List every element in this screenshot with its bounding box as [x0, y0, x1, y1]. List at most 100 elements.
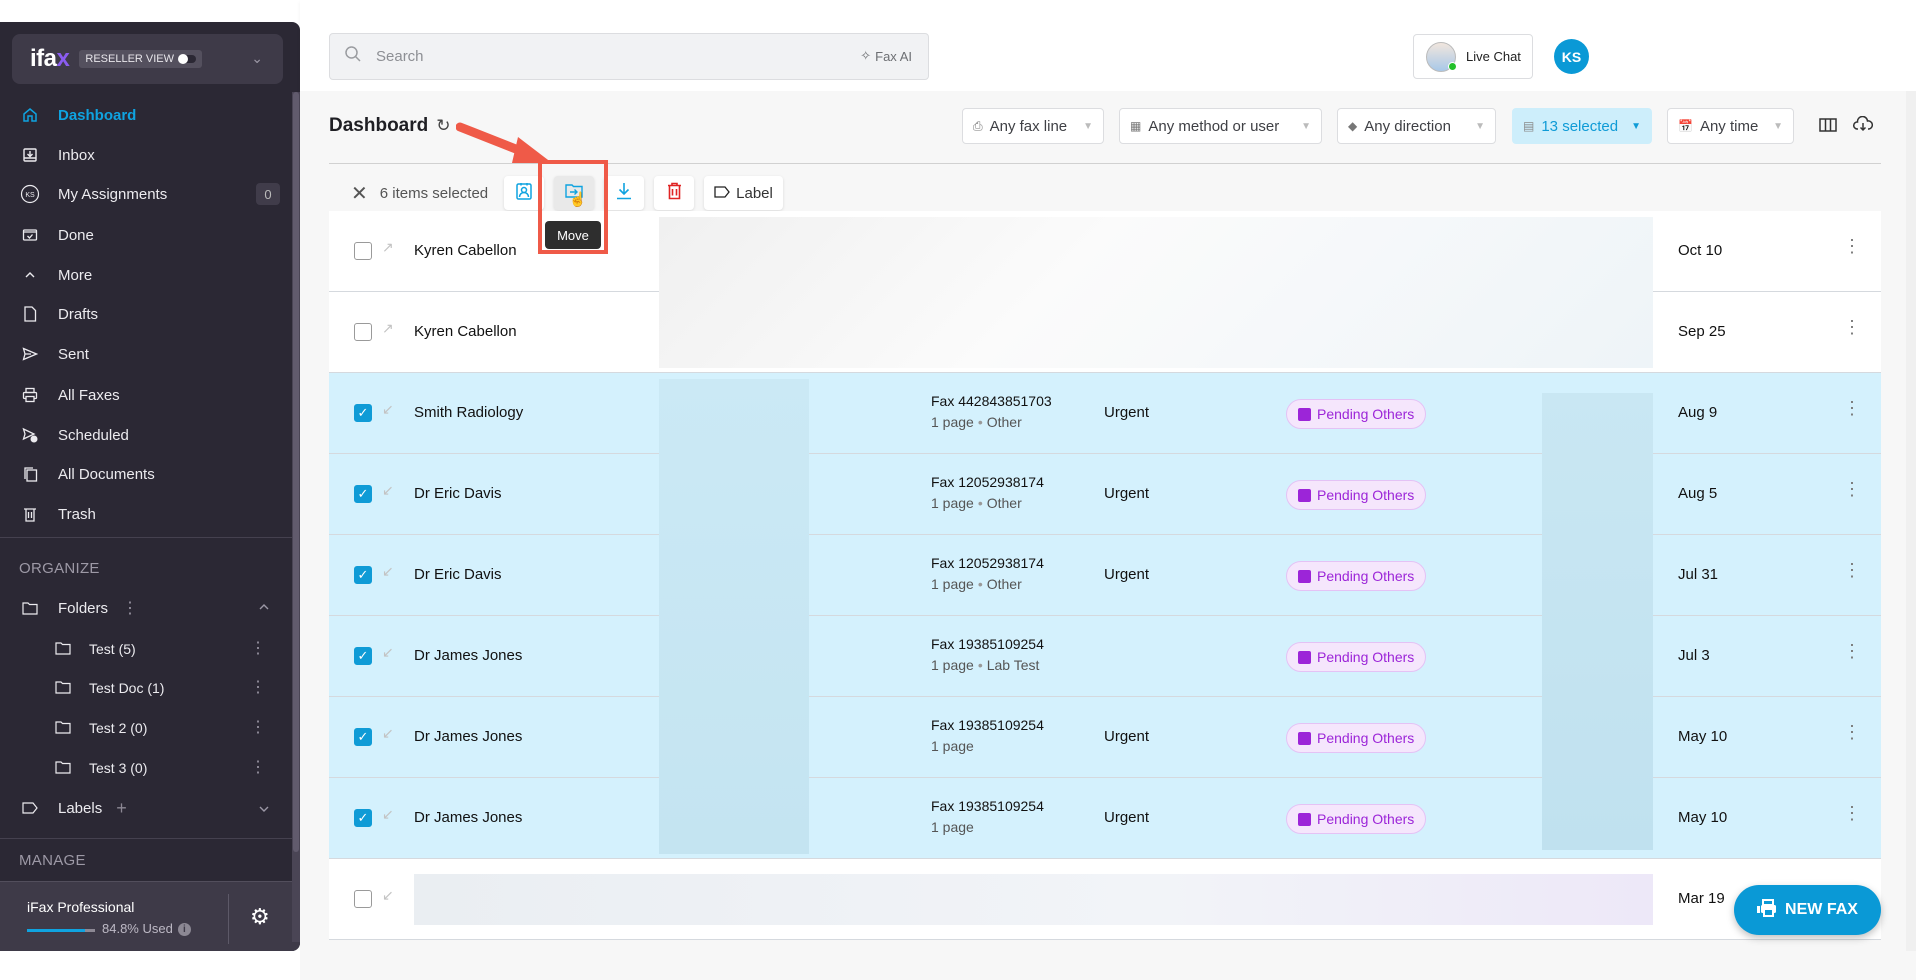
- row-menu-icon[interactable]: ⋮: [1843, 318, 1861, 336]
- sidebar-item-done[interactable]: Done: [0, 217, 292, 253]
- status-badge[interactable]: Pending Others: [1286, 561, 1427, 591]
- folder-menu-icon[interactable]: ⋮: [250, 719, 266, 737]
- dot-separator: •: [977, 495, 983, 511]
- row-menu-icon[interactable]: ⋮: [1843, 399, 1861, 417]
- status-list-icon: ▤: [1523, 119, 1535, 133]
- sidebar-item-folders[interactable]: Folders ⋮: [0, 590, 292, 626]
- incoming-arrow-icon: ↙: [382, 482, 394, 498]
- status-filter[interactable]: ▤ 13 selected ▼: [1512, 108, 1652, 144]
- row-menu-icon[interactable]: ⋮: [1843, 237, 1861, 255]
- chevron-down-icon[interactable]: [258, 800, 270, 817]
- row-menu-icon[interactable]: ⋮: [1843, 642, 1861, 660]
- usage-progress-fill: [27, 929, 85, 932]
- sidebar-item-all-documents[interactable]: All Documents: [0, 456, 292, 492]
- folder-item[interactable]: Test Doc (1) ⋮: [0, 670, 292, 706]
- cloud-download-icon[interactable]: [1853, 115, 1873, 137]
- outgoing-arrow-icon: ↗: [382, 239, 394, 255]
- sidebar-item-more[interactable]: More: [0, 257, 292, 293]
- row-checkbox[interactable]: ✓: [354, 647, 372, 665]
- delete-button[interactable]: [654, 176, 695, 210]
- sidebar-item-trash[interactable]: Trash: [0, 496, 292, 532]
- outgoing-arrow-icon: ↗: [382, 320, 394, 336]
- status-badge[interactable]: Pending Others: [1286, 480, 1427, 510]
- row-menu-icon[interactable]: ⋮: [1843, 561, 1861, 579]
- folder-menu-icon[interactable]: ⋮: [250, 679, 266, 697]
- new-fax-button[interactable]: NEW FAX: [1734, 885, 1881, 935]
- sidebar-item-my-assignments[interactable]: KS My Assignments 0: [0, 176, 292, 212]
- folder-item[interactable]: Test 2 (0) ⋮: [0, 710, 292, 746]
- document-tag: Other: [986, 414, 1022, 430]
- row-checkbox[interactable]: ✓: [354, 566, 372, 584]
- row-checkbox[interactable]: ✓: [354, 809, 372, 827]
- account-switcher[interactable]: ifax RESELLER VIEW ⌄: [12, 34, 283, 84]
- sidebar-item-sent[interactable]: Sent: [0, 336, 292, 372]
- row-checkbox[interactable]: ✓: [354, 728, 372, 746]
- grid-icon: ▦: [1130, 119, 1142, 133]
- fax-ai-button[interactable]: ✧ Fax AI: [860, 48, 912, 64]
- contact-name: Kyren Cabellon: [414, 242, 517, 259]
- add-label-icon[interactable]: +: [116, 798, 127, 819]
- method-user-filter[interactable]: ▦ Any method or user ▼: [1119, 108, 1322, 144]
- gear-icon[interactable]: ⚙: [250, 904, 270, 930]
- chevron-up-icon: [20, 265, 40, 285]
- row-date: Jul 3: [1678, 647, 1710, 664]
- user-avatar[interactable]: KS: [1554, 39, 1589, 74]
- info-icon[interactable]: i: [177, 923, 191, 937]
- sidebar-item-drafts[interactable]: Drafts: [0, 296, 292, 332]
- folder-item[interactable]: Test 3 (0) ⋮: [0, 750, 292, 786]
- folder-menu-icon[interactable]: ⋮: [250, 759, 266, 777]
- incoming-arrow-icon: ↙: [382, 401, 394, 417]
- nav-label: Sent: [58, 345, 89, 363]
- fax-details: 1 page • Other: [931, 495, 1022, 511]
- chevron-up-icon[interactable]: [258, 598, 270, 615]
- toggle-switch[interactable]: [178, 54, 197, 64]
- nav-label: Dashboard: [58, 106, 137, 124]
- refresh-icon[interactable]: ↻: [436, 116, 450, 136]
- redacted-region: [659, 217, 1653, 368]
- chevron-down-icon[interactable]: ⌄: [251, 50, 263, 67]
- sidebar-item-dashboard[interactable]: Dashboard: [0, 97, 292, 133]
- reseller-view-toggle[interactable]: RESELLER VIEW: [79, 50, 203, 68]
- plan-name: iFax Professional: [27, 899, 135, 915]
- columns-icon[interactable]: [1819, 116, 1837, 137]
- download-button[interactable]: [604, 176, 645, 210]
- sidebar-item-labels[interactable]: Labels +: [0, 790, 292, 826]
- row-menu-icon[interactable]: ⋮: [1843, 723, 1861, 741]
- row-checkbox[interactable]: [354, 890, 372, 908]
- folder-item[interactable]: Test (5) ⋮: [0, 631, 292, 667]
- search-input[interactable]: Search ✧ Fax AI: [329, 33, 929, 80]
- direction-filter[interactable]: ◆ Any direction ▼: [1337, 108, 1496, 144]
- fax-details: 1 page • Other: [931, 576, 1022, 592]
- row-checkbox[interactable]: [354, 323, 372, 341]
- row-menu-icon[interactable]: ⋮: [1843, 804, 1861, 822]
- folders-menu-icon[interactable]: ⋮: [122, 598, 138, 618]
- row-checkbox[interactable]: [354, 242, 372, 260]
- status-badge[interactable]: Pending Others: [1286, 642, 1427, 672]
- label-button[interactable]: Label: [704, 176, 783, 210]
- sidebar-scrollbar[interactable]: [292, 92, 300, 942]
- nav-label: Done: [58, 226, 94, 244]
- row-menu-icon[interactable]: ⋮: [1843, 480, 1861, 498]
- usage-text: 84.8% Used i: [102, 921, 191, 937]
- status-badge[interactable]: Pending Others: [1286, 723, 1427, 753]
- page-scrollbar[interactable]: [1906, 91, 1916, 951]
- fax-line-filter[interactable]: ⎙ Any fax line ▼: [962, 108, 1104, 144]
- sidebar-item-inbox[interactable]: Inbox: [0, 137, 292, 173]
- search-icon: [344, 45, 362, 68]
- status-badge[interactable]: Pending Others: [1286, 399, 1427, 429]
- assignee-badge-icon: [1298, 407, 1311, 421]
- time-filter[interactable]: 📅 Any time ▼: [1667, 108, 1794, 144]
- done-icon: [20, 225, 40, 245]
- folder-menu-icon[interactable]: ⋮: [250, 640, 266, 658]
- folder-icon: [55, 641, 71, 658]
- clear-selection-icon[interactable]: ✕: [351, 181, 368, 206]
- sidebar-item-all-faxes[interactable]: All Faxes: [0, 377, 292, 413]
- printer-icon: [20, 385, 40, 405]
- row-checkbox[interactable]: ✓: [354, 485, 372, 503]
- scrollbar-thumb[interactable]: [293, 92, 299, 852]
- row-checkbox[interactable]: ✓: [354, 404, 372, 422]
- folder-label: Test 2 (0): [89, 720, 148, 736]
- live-chat-button[interactable]: Live Chat: [1413, 34, 1533, 79]
- sidebar-item-scheduled[interactable]: Scheduled: [0, 417, 292, 453]
- status-badge[interactable]: Pending Others: [1286, 804, 1427, 834]
